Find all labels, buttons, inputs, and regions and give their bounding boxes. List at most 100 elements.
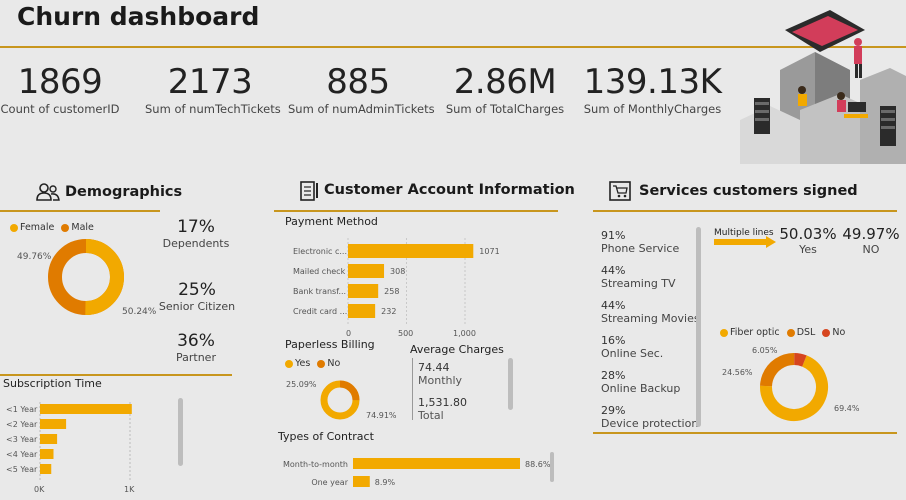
bar <box>40 419 67 429</box>
kpi-customer-count[interactable]: 1869 Count of customerID <box>0 62 120 116</box>
bar <box>40 449 54 459</box>
card-divider <box>412 358 413 420</box>
legend-male: Male <box>71 222 94 233</box>
service-name: Device protection <box>601 417 699 430</box>
service-pct: 28% <box>601 369 626 382</box>
payment-method-chart[interactable]: Electronic c... 1071 Mailed check 308 Bank t… <box>280 238 520 328</box>
scrollbar[interactable] <box>178 398 183 466</box>
gender-donut-chart[interactable] <box>46 237 126 317</box>
service-pct: 44% <box>601 299 626 312</box>
bar <box>348 244 474 258</box>
kpi-label: Sum of numTechTickets <box>145 102 281 116</box>
avg-total-label: Total <box>418 409 444 422</box>
service-item-streaming-movies: 44% Streaming Movies <box>601 299 700 334</box>
stat-senior-citizen: 25% Senior Citizen <box>157 280 237 313</box>
section-divider <box>0 374 232 376</box>
kpi-total-charges[interactable]: 2.86M Sum of TotalCharges <box>445 62 565 116</box>
category-label: One year <box>311 478 348 487</box>
category-label: Month-to-month <box>283 460 348 469</box>
kpi-monthly-charges[interactable]: 139.13K Sum of MonthlyCharges <box>580 62 725 116</box>
axis-tick: 1K <box>124 485 135 494</box>
internet-legend: Fiber optic DSL No <box>720 327 845 338</box>
bar <box>348 284 379 298</box>
legend-no: No <box>327 358 341 369</box>
category-label: Credit card ... <box>293 307 347 316</box>
avg-total-value: 1,531.80 <box>418 396 467 409</box>
avg-total-card: 1,531.80 Total <box>418 396 467 422</box>
donut-label-yes: 74.91% <box>366 411 397 420</box>
arrow-right-icon <box>714 236 776 248</box>
category-label: <1 Year <box>6 405 38 414</box>
bar <box>40 434 58 444</box>
donut-label-dsl: 24.56% <box>722 368 753 377</box>
document-icon <box>300 181 318 201</box>
data-label: 1071 <box>479 247 499 256</box>
avg-monthly-label: Monthly <box>418 374 463 387</box>
data-label: 8.9% <box>375 478 396 487</box>
service-name: Streaming TV <box>601 277 676 290</box>
scrollbar[interactable] <box>508 358 513 410</box>
stat-value: 36% <box>177 331 215 351</box>
legend-yes: Yes <box>295 358 311 369</box>
legend-no-internet: No <box>832 327 846 338</box>
service-pct: 44% <box>601 264 626 277</box>
multi-no-label: NO <box>862 243 880 256</box>
section-divider <box>0 210 160 212</box>
internet-donut-chart[interactable] <box>757 350 831 424</box>
stat-partner: 36% Partner <box>160 331 232 364</box>
category-label: <4 Year <box>6 450 38 459</box>
section-divider <box>274 210 558 212</box>
kpi-label: Count of customerID <box>0 102 120 116</box>
category-label: <2 Year <box>6 420 38 429</box>
kpi-value: 2.86M <box>453 62 557 102</box>
stat-value: 25% <box>178 280 216 300</box>
scrollbar[interactable] <box>696 227 701 427</box>
payment-method-title: Payment Method <box>285 215 378 228</box>
paperless-donut-chart[interactable] <box>318 378 362 422</box>
category-label: Mailed check <box>293 267 346 276</box>
paperless-title: Paperless Billing <box>285 338 375 351</box>
service-pct: 29% <box>601 404 626 417</box>
service-name: Streaming Movies <box>601 312 700 325</box>
contract-title: Types of Contract <box>278 430 374 443</box>
kpi-label: Sum of MonthlyCharges <box>583 102 722 116</box>
data-label: 258 <box>384 287 399 296</box>
kpi-value: 139.13K <box>583 62 722 102</box>
bar <box>40 464 52 474</box>
multi-lines-no: 49.97% NO <box>840 225 902 256</box>
kpi-admin-tickets[interactable]: 885 Sum of numAdminTickets <box>288 62 435 116</box>
legend-female: Female <box>20 222 55 233</box>
average-charges-title: Average Charges <box>410 343 504 356</box>
category-label: <5 Year <box>6 465 38 474</box>
kpi-tech-tickets[interactable]: 2173 Sum of numTechTickets <box>145 62 281 116</box>
section-divider <box>593 210 897 212</box>
bar <box>353 476 370 487</box>
services-list: 91% Phone Service 44% Streaming TV 44% S… <box>601 229 700 439</box>
service-item-streaming-tv: 44% Streaming TV <box>601 264 700 299</box>
axis-tick: 1,000 <box>453 329 476 338</box>
stat-label: Senior Citizen <box>158 300 236 313</box>
stat-label: Partner <box>176 351 216 364</box>
category-label: Bank transf... <box>293 287 346 296</box>
kpi-label: Sum of numAdminTickets <box>288 102 435 116</box>
axis-tick: 500 <box>398 329 414 338</box>
multi-lines-yes: 50.03% Yes <box>778 225 838 256</box>
avg-monthly-card: 74.44 Monthly <box>418 361 462 387</box>
stat-value: 17% <box>177 217 215 237</box>
service-item-online-security: 16% Online Sec. <box>601 334 700 369</box>
bar <box>353 458 520 469</box>
subscription-chart[interactable]: <1 Year <2 Year <3 Year <4 Year <5 Year <box>0 398 180 498</box>
legend-fiber: Fiber optic <box>730 327 780 338</box>
bar <box>348 304 376 318</box>
service-name: Online Sec. <box>601 347 664 360</box>
gender-legend: Female Male <box>10 222 94 233</box>
scrollbar[interactable] <box>550 452 554 482</box>
service-pct: 16% <box>601 334 626 347</box>
contract-chart[interactable]: Month-to-month 88.6% One year 8.9% <box>280 452 555 492</box>
service-name: Phone Service <box>601 242 680 255</box>
axis-tick: 0 <box>346 329 352 338</box>
donut-label-no-internet: 6.05% <box>752 346 778 355</box>
section-title-services: Services customers signed <box>639 183 858 199</box>
data-label: 88.6% <box>525 460 551 469</box>
multi-no-value: 49.97% <box>842 225 900 243</box>
